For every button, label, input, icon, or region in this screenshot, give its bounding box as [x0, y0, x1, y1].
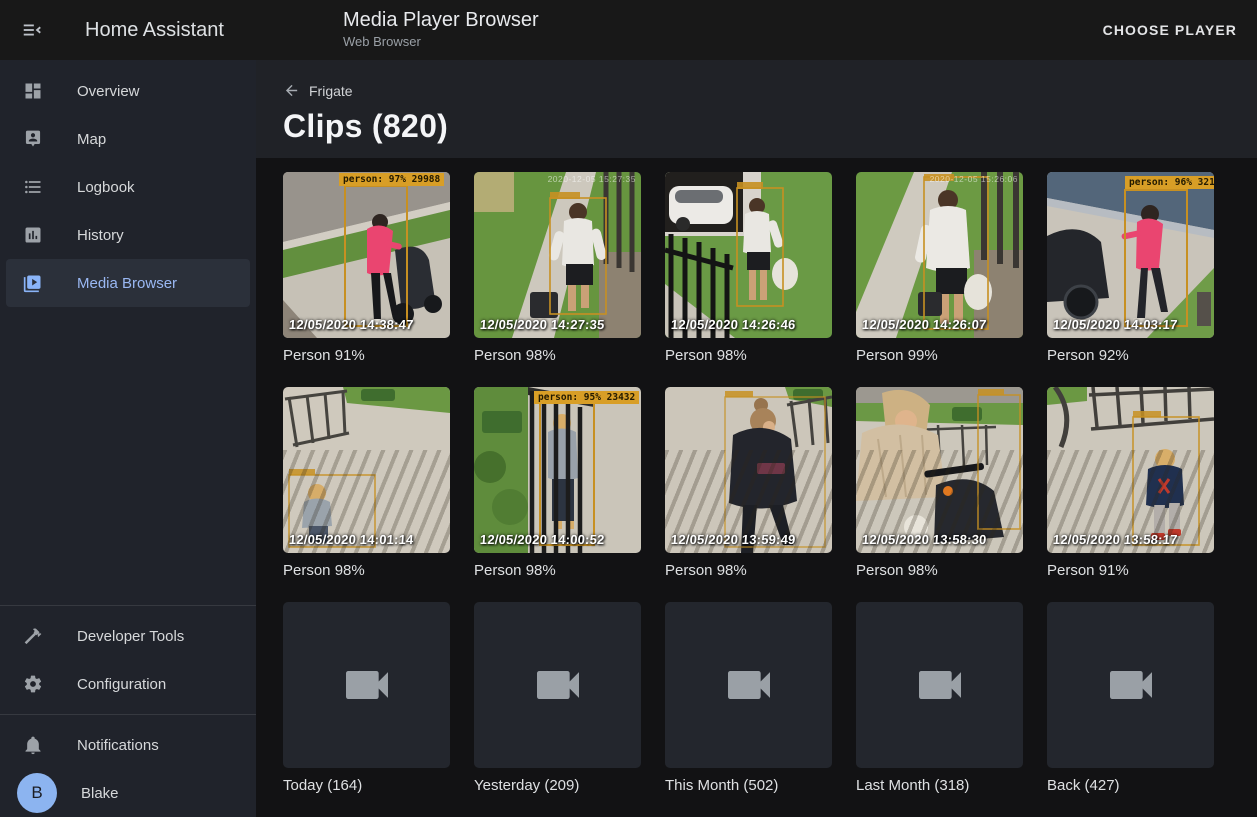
- sidebar-item-map[interactable]: Map: [6, 115, 250, 163]
- clip-tile[interactable]: 12/05/2020 14:26:46 Person 98%: [665, 172, 832, 364]
- clip-tile[interactable]: person: 96% 32154 12/05/2020 14:03:17 Pe…: [1047, 172, 1214, 364]
- video-icon: [530, 657, 586, 713]
- clip-caption: Person 98%: [474, 347, 641, 364]
- clip-tile[interactable]: 2020-12-05 15:26:06 12/05/2020 14:26:07 …: [856, 172, 1023, 364]
- clip-tile[interactable]: person: 95% 23432 12/05/2020 14:00:52 Pe…: [474, 387, 641, 579]
- clip-caption: Person 98%: [665, 347, 832, 364]
- folder-label: Last Month (318): [856, 777, 1023, 794]
- clip-thumbnail: 12/05/2020 14:26:46: [665, 172, 832, 338]
- timestamp-overlay: 12/05/2020 14:26:46: [670, 317, 796, 332]
- account-location-icon: [23, 129, 43, 149]
- sidebar: Overview Map Logbook History Media Brows…: [0, 60, 256, 817]
- clip-tile[interactable]: 2020-12-05 15:27:35 12/05/2020 14:27:35 …: [474, 172, 641, 364]
- sidebar-item-history[interactable]: History: [6, 211, 250, 259]
- clip-tile[interactable]: 12/05/2020 13:58:17 Person 91%: [1047, 387, 1214, 579]
- sidebar-toggle-icon[interactable]: [8, 6, 56, 54]
- clip-caption: Person 98%: [474, 562, 641, 579]
- detection-tag: person: 96% 32154: [1125, 176, 1214, 189]
- arrow-left-icon: [283, 82, 300, 99]
- sidebar-item-profile[interactable]: B Blake: [6, 769, 250, 817]
- folder-tile-last-month[interactable]: Last Month (318): [856, 602, 1023, 794]
- folder-thumbnail: [856, 602, 1023, 768]
- folder-label: This Month (502): [665, 777, 832, 794]
- top-app-bar: Home Assistant Media Player Browser Web …: [0, 0, 1257, 60]
- clip-thumbnail: 12/05/2020 14:01:14: [283, 387, 450, 553]
- folder-label: Back (427): [1047, 777, 1214, 794]
- timestamp-overlay: 12/05/2020 13:58:17: [1052, 532, 1178, 547]
- folder-tile-back[interactable]: Back (427): [1047, 602, 1214, 794]
- choose-player-button[interactable]: CHOOSE PLAYER: [1103, 0, 1237, 60]
- sidebar-item-configuration[interactable]: Configuration: [6, 660, 250, 708]
- timestamp-overlay: 12/05/2020 13:58:30: [861, 532, 987, 547]
- detection-tag: person: 95% 23432: [534, 391, 639, 404]
- avatar: B: [17, 773, 57, 813]
- clip-caption: Person 98%: [665, 562, 832, 579]
- breadcrumb[interactable]: Frigate: [283, 82, 353, 99]
- main-content: Frigate Clips (820): [256, 60, 1257, 817]
- clip-thumbnail: 12/05/2020 13:59:49: [665, 387, 832, 553]
- clip-caption: Person 91%: [283, 347, 450, 364]
- list-bulleted-icon: [23, 177, 43, 197]
- clip-thumbnail: person: 96% 32154 12/05/2020 14:03:17: [1047, 172, 1214, 338]
- sidebar-item-overview[interactable]: Overview: [6, 67, 250, 115]
- clip-caption: Person 98%: [283, 562, 450, 579]
- sidebar-item-developer-tools[interactable]: Developer Tools: [6, 612, 250, 660]
- folder-thumbnail: [1047, 602, 1214, 768]
- clip-thumbnail: 2020-12-05 15:26:06 12/05/2020 14:26:07: [856, 172, 1023, 338]
- clips-grid: person: 97% 29988 12/05/2020 14:38:47 Pe…: [283, 172, 1257, 794]
- clip-thumbnail: 2020-12-05 15:27:35 12/05/2020 14:27:35: [474, 172, 641, 338]
- dashboard-icon: [23, 81, 43, 101]
- folder-thumbnail: [283, 602, 450, 768]
- timestamp-overlay: 12/05/2020 14:00:52: [479, 532, 605, 547]
- timestamp-overlay: 12/05/2020 14:38:47: [288, 317, 414, 332]
- gear-icon: [23, 674, 43, 694]
- media-browser-header: Media Player Browser Web Browser: [343, 8, 539, 49]
- video-icon: [912, 657, 968, 713]
- video-icon: [1103, 657, 1159, 713]
- page-header-title: Media Player Browser: [343, 8, 539, 32]
- media-header: Frigate Clips (820): [256, 60, 1257, 158]
- clip-thumbnail: 12/05/2020 13:58:17: [1047, 387, 1214, 553]
- clip-thumbnail: 12/05/2020 13:58:30: [856, 387, 1023, 553]
- page-header-subtitle: Web Browser: [343, 34, 539, 49]
- camera-osd-text: 2020-12-05 15:27:35: [548, 174, 636, 184]
- video-icon: [721, 657, 777, 713]
- timestamp-overlay: 12/05/2020 14:27:35: [479, 317, 605, 332]
- play-box-multiple-icon: [23, 273, 43, 293]
- clip-caption: Person 91%: [1047, 562, 1214, 579]
- clip-tile[interactable]: person: 97% 29988 12/05/2020 14:38:47 Pe…: [283, 172, 450, 364]
- clip-thumbnail: person: 97% 29988 12/05/2020 14:38:47: [283, 172, 450, 338]
- timestamp-overlay: 12/05/2020 14:26:07: [861, 317, 987, 332]
- timestamp-overlay: 12/05/2020 14:03:17: [1052, 317, 1178, 332]
- clip-tile[interactable]: 12/05/2020 14:01:14 Person 98%: [283, 387, 450, 579]
- hammer-icon: [23, 626, 43, 646]
- folder-tile-this-month[interactable]: This Month (502): [665, 602, 832, 794]
- timestamp-overlay: 12/05/2020 14:01:14: [288, 532, 414, 547]
- page-title: Clips (820): [283, 108, 1257, 145]
- sidebar-item-media-browser[interactable]: Media Browser: [6, 259, 250, 307]
- clip-caption: Person 92%: [1047, 347, 1214, 364]
- folder-thumbnail: [665, 602, 832, 768]
- clip-thumbnail: person: 95% 23432 12/05/2020 14:00:52: [474, 387, 641, 553]
- folder-label: Today (164): [283, 777, 450, 794]
- bell-icon: [23, 735, 43, 755]
- sidebar-divider: [0, 714, 256, 715]
- video-icon: [339, 657, 395, 713]
- clip-tile[interactable]: 12/05/2020 13:59:49 Person 98%: [665, 387, 832, 579]
- camera-osd-text: 2020-12-05 15:26:06: [930, 174, 1018, 184]
- clip-caption: Person 98%: [856, 562, 1023, 579]
- folder-label: Yesterday (209): [474, 777, 641, 794]
- clip-tile[interactable]: 12/05/2020 13:58:30 Person 98%: [856, 387, 1023, 579]
- clip-caption: Person 99%: [856, 347, 1023, 364]
- timestamp-overlay: 12/05/2020 13:59:49: [670, 532, 796, 547]
- folder-tile-yesterday[interactable]: Yesterday (209): [474, 602, 641, 794]
- app-title: Home Assistant: [85, 19, 224, 42]
- sidebar-divider: [0, 605, 256, 606]
- detection-tag: person: 97% 29988: [339, 173, 444, 186]
- sidebar-item-notifications[interactable]: Notifications: [6, 721, 250, 769]
- sidebar-item-logbook[interactable]: Logbook: [6, 163, 250, 211]
- folder-tile-today[interactable]: Today (164): [283, 602, 450, 794]
- chart-box-icon: [23, 225, 43, 245]
- folder-thumbnail: [474, 602, 641, 768]
